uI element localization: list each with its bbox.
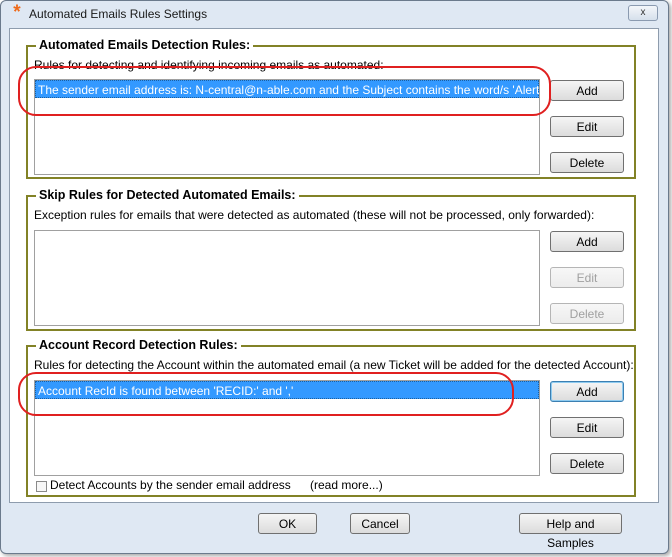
detection-rules-title: Automated Emails Detection Rules: [36, 38, 254, 52]
highlight-oval [18, 66, 551, 116]
window-title: Automated Emails Rules Settings [29, 7, 208, 21]
detection-edit-button[interactable]: Edit [550, 116, 624, 137]
title-bar[interactable]: * Automated Emails Rules Settings x [1, 1, 668, 27]
account-delete-button[interactable]: Delete [550, 453, 624, 474]
help-and-samples-button[interactable]: Help and Samples [519, 513, 622, 550]
cancel-button[interactable]: Cancel [350, 513, 410, 534]
detection-add-button[interactable]: Add [550, 80, 624, 101]
skip-rules-title: Skip Rules for Detected Automated Emails… [36, 188, 299, 202]
detect-by-sender-label: Detect Accounts by the sender email addr… [50, 478, 291, 492]
account-rules-title: Account Record Detection Rules: [36, 338, 241, 352]
skip-edit-button[interactable]: Edit [550, 267, 624, 288]
skip-add-button[interactable]: Add [550, 231, 624, 252]
read-more-link[interactable]: (read more...) [310, 478, 383, 492]
close-button[interactable]: x [628, 5, 658, 21]
detect-by-sender-checkbox[interactable] [36, 481, 47, 492]
account-add-button[interactable]: Add [550, 381, 624, 402]
ok-button[interactable]: OK [258, 513, 317, 534]
account-edit-button[interactable]: Edit [550, 417, 624, 438]
app-asterisk-icon: * [13, 2, 21, 23]
skip-rules-description: Exception rules for emails that were det… [34, 208, 595, 222]
skip-rules-list[interactable] [34, 230, 540, 326]
detection-delete-button[interactable]: Delete [550, 152, 624, 173]
skip-delete-button[interactable]: Delete [550, 303, 624, 324]
account-rules-group: Account Record Detection Rules: Rules fo… [26, 338, 636, 497]
highlight-oval [18, 372, 514, 416]
skip-rules-group: Skip Rules for Detected Automated Emails… [26, 188, 636, 331]
account-rules-description: Rules for detecting the Account within t… [34, 358, 634, 372]
